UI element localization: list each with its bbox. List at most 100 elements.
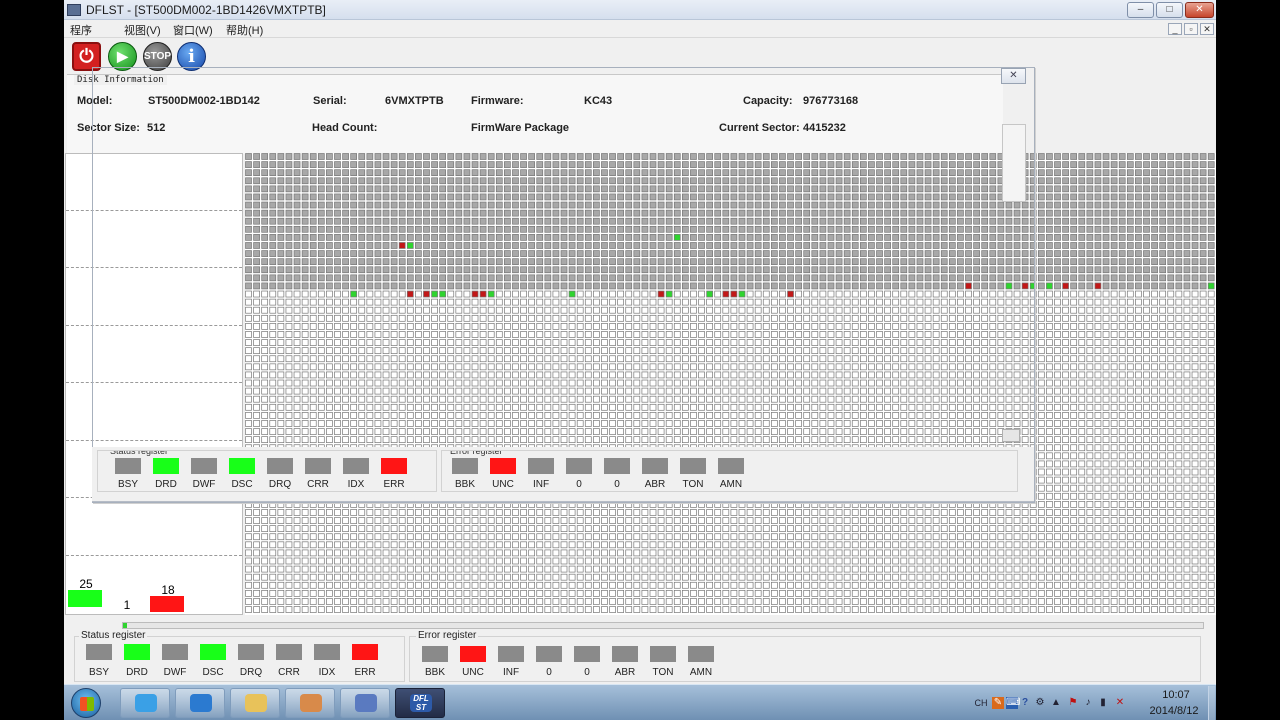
sector-cell xyxy=(1094,250,1102,257)
sector-cell xyxy=(1199,201,1207,209)
sector-cell xyxy=(1046,266,1053,274)
sector-cell xyxy=(1070,371,1078,379)
sector-cell xyxy=(1159,274,1167,282)
mdi-close-button[interactable]: ✕ xyxy=(1200,23,1214,35)
sector-cell xyxy=(1126,314,1134,322)
sector-cell xyxy=(1118,209,1126,217)
sector-cell xyxy=(1143,234,1150,241)
sector-cell xyxy=(1207,161,1215,168)
sector-cell xyxy=(1037,460,1045,468)
sector-cell xyxy=(1207,331,1215,338)
sector-cell xyxy=(1199,153,1207,160)
sector-cell xyxy=(1078,428,1086,435)
sector-cell xyxy=(1159,314,1167,322)
mdi-minimize-button[interactable]: _ xyxy=(1168,23,1182,35)
sector-cell xyxy=(1110,209,1118,217)
sector-cell xyxy=(1094,266,1102,274)
menu-program[interactable]: 程序 xyxy=(70,22,92,38)
sector-cell xyxy=(1151,234,1158,241)
sector-cell xyxy=(1094,153,1102,160)
sector-cell xyxy=(1159,193,1167,201)
sector-cell xyxy=(1183,282,1191,290)
sector-cell xyxy=(1110,331,1118,338)
sector-cell xyxy=(1159,225,1167,233)
sector-cell xyxy=(1151,395,1158,403)
sector-cell xyxy=(1054,242,1061,249)
sector-cell xyxy=(1175,444,1183,452)
sector-cell xyxy=(1151,476,1158,484)
sector-cell xyxy=(1094,177,1102,185)
sector-cell xyxy=(1207,444,1215,452)
menu-window[interactable]: 窗口(W) xyxy=(173,22,213,38)
close-button[interactable]: ✕ xyxy=(1185,2,1214,18)
sector-cell xyxy=(1094,355,1102,363)
sector-cell xyxy=(1175,282,1183,290)
sector-cell xyxy=(1183,444,1191,452)
sector-cell xyxy=(1143,412,1150,419)
sector-cell xyxy=(1062,306,1069,314)
sector-cell xyxy=(1159,468,1167,476)
sector-cell xyxy=(1110,444,1118,452)
maximize-button[interactable]: □ xyxy=(1156,2,1183,18)
sector-cell xyxy=(1191,331,1199,338)
main-window: DFLST - [ST500DM002-1BD1426VMXTPTB] ‒ □ … xyxy=(64,0,1216,684)
mdi-restore-button[interactable]: ▫ xyxy=(1184,23,1198,35)
sector-cell xyxy=(1102,460,1110,468)
sector-cell xyxy=(1135,217,1142,225)
sector-cell xyxy=(1183,185,1191,193)
sector-cell xyxy=(1207,355,1215,363)
sector-cell xyxy=(1078,161,1086,168)
sector-cell xyxy=(1183,395,1191,403)
sector-cell xyxy=(1118,428,1126,435)
sector-cell xyxy=(1207,403,1215,411)
sector-cell xyxy=(1126,460,1134,468)
sector-cell xyxy=(1143,403,1150,411)
sector-cell xyxy=(1191,347,1199,355)
sector-cell xyxy=(1143,250,1150,257)
sector-cell xyxy=(1062,403,1069,411)
sector-cell xyxy=(1175,371,1183,379)
sector-cell xyxy=(1167,476,1175,484)
sector-cell xyxy=(1151,153,1158,160)
sector-cell xyxy=(1054,347,1061,355)
sector-cell xyxy=(1078,379,1086,387)
sector-cell xyxy=(1054,460,1061,468)
sector-cell xyxy=(1207,363,1215,371)
menu-view[interactable]: 视图(V) xyxy=(124,22,161,38)
sector-cell xyxy=(1183,234,1191,241)
title-bar[interactable]: DFLST - [ST500DM002-1BD1426VMXTPTB] ‒ □ … xyxy=(64,0,1216,20)
sector-cell xyxy=(1118,323,1126,330)
menu-help[interactable]: 帮助(H) xyxy=(226,22,263,38)
sector-cell xyxy=(1118,161,1126,168)
sector-cell xyxy=(1086,412,1094,419)
sector-cell xyxy=(1175,266,1183,274)
sector-cell xyxy=(1102,412,1110,419)
sector-cell xyxy=(1046,412,1053,419)
sector-cell xyxy=(1199,355,1207,363)
sector-cell xyxy=(1110,266,1118,274)
sector-cell xyxy=(1159,420,1167,427)
sector-cell xyxy=(1167,444,1175,452)
sector-cell xyxy=(1199,169,1207,177)
sector-cell xyxy=(1062,347,1069,355)
sector-cell xyxy=(1054,169,1061,177)
sector-cell xyxy=(1159,476,1167,484)
sector-cell xyxy=(1070,460,1078,468)
sector-cell xyxy=(1135,428,1142,435)
sector-cell xyxy=(1037,476,1045,484)
sector-cell xyxy=(1110,468,1118,476)
sector-cell xyxy=(1207,217,1215,225)
window-title: DFLST - [ST500DM002-1BD1426VMXTPTB] xyxy=(86,3,326,17)
sector-cell xyxy=(1151,371,1158,379)
sector-cell xyxy=(1151,169,1158,177)
sector-cell xyxy=(1070,323,1078,330)
sector-cell xyxy=(1199,395,1207,403)
sector-cell xyxy=(1151,323,1158,330)
sector-cell xyxy=(1062,420,1069,427)
minimize-button[interactable]: ‒ xyxy=(1127,2,1154,18)
sector-cell xyxy=(1054,209,1061,217)
sector-cell xyxy=(1054,314,1061,322)
sector-cell xyxy=(1046,274,1053,282)
sector-cell xyxy=(1167,387,1175,395)
sector-cell xyxy=(1062,323,1069,330)
